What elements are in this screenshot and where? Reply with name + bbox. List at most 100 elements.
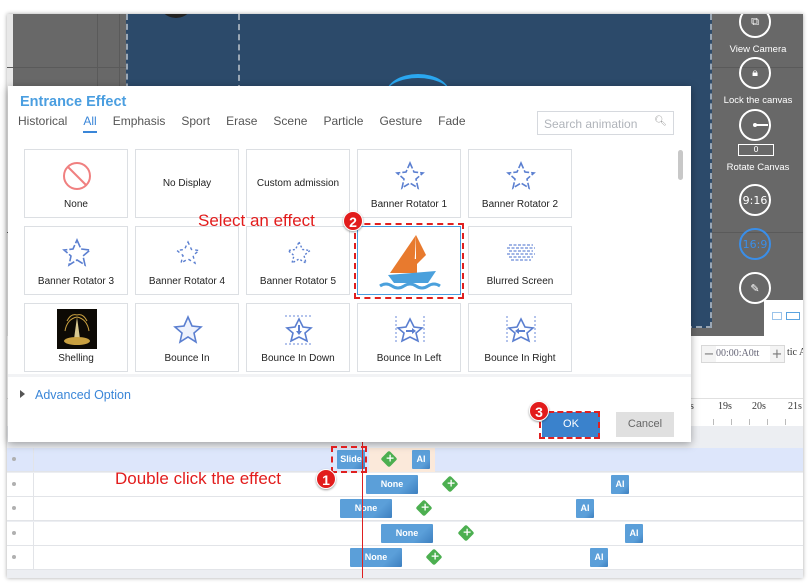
tab-all[interactable]: All <box>83 114 98 133</box>
tick-label: 20s <box>752 401 766 412</box>
entrance-effect-clip[interactable]: None <box>340 499 392 518</box>
tab-emphasis[interactable]: Emphasis <box>113 114 166 132</box>
timeline-row[interactable]: None AI <box>7 497 803 521</box>
view-camera-icon[interactable]: ⧉ <box>739 14 771 38</box>
exit-effect-clip[interactable]: AI <box>611 475 629 494</box>
tab-gesture[interactable]: Gesture <box>379 114 422 132</box>
annotation-text-double-click: Double click the effect <box>115 469 281 488</box>
tick-label: 21s <box>788 401 802 412</box>
tab-scene[interactable]: Scene <box>273 114 307 132</box>
ratio-9-16-button[interactable]: 9:16 <box>739 184 771 216</box>
increase-time-button[interactable]: + <box>770 347 784 362</box>
add-keyframe-icon[interactable] <box>425 548 443 566</box>
row-handle[interactable] <box>12 457 16 461</box>
lock-icon[interactable]: 🔒︎ <box>739 57 771 89</box>
tab-historical[interactable]: Historical <box>18 114 67 132</box>
effect-bounce-in[interactable]: Bounce In <box>135 303 239 372</box>
entrance-effect-clip[interactable]: None <box>350 548 402 567</box>
annotation-box-slide <box>331 446 367 473</box>
effect-banner-rotator-4[interactable]: Banner Rotator 4 <box>135 226 239 295</box>
timeline-row[interactable]: None AI <box>7 522 803 546</box>
exit-effect-clip[interactable]: AI <box>412 450 430 469</box>
effect-custom-admission[interactable]: Custom admission <box>246 149 350 218</box>
effect-banner-rotator-5[interactable]: Banner Rotator 5 <box>246 226 350 295</box>
search-placeholder: Search animation <box>544 117 638 131</box>
exit-effect-clip[interactable]: AI <box>625 524 643 543</box>
effect-bounce-in-right[interactable]: Bounce In Right <box>468 303 572 372</box>
tick <box>767 419 768 425</box>
no-entry-icon <box>63 162 91 190</box>
blurred-screen-icon <box>507 244 535 261</box>
ratio-16-9-button[interactable]: 16:9 <box>739 228 771 260</box>
exit-effect-clip[interactable]: AI <box>590 548 608 567</box>
entrance-effect-clip[interactable]: None <box>381 524 433 543</box>
rotate-dial-icon[interactable] <box>739 109 771 141</box>
tick <box>713 419 714 425</box>
star-left-arrow-icon <box>506 316 536 344</box>
view-camera-label: View Camera <box>729 44 787 55</box>
time-stepper[interactable]: − 00:00:A0tt + <box>701 345 785 363</box>
fountain-image <box>57 309 97 349</box>
effect-label: Bounce In Right <box>484 353 556 364</box>
effect-banner-rotator-1[interactable]: Banner Rotator 1 <box>357 149 461 218</box>
add-keyframe-icon[interactable] <box>457 524 475 542</box>
effect-blurred-screen[interactable]: Blurred Screen <box>468 226 572 295</box>
row-handle[interactable] <box>12 506 16 510</box>
time-input[interactable]: 00:00:A0tt <box>716 346 770 362</box>
add-keyframe-icon[interactable] <box>441 475 459 493</box>
tick-label: 19s <box>718 401 732 412</box>
effect-label: Blurred Screen <box>486 276 554 287</box>
search-icon[interactable]: 🔍︎ <box>654 116 667 127</box>
entrance-effect-dialog: Entrance Effect Historical All Emphasis … <box>8 86 691 442</box>
exit-effect-clip[interactable]: AI <box>576 499 594 518</box>
row-handle[interactable] <box>12 482 16 486</box>
effect-banner-rotator-2[interactable]: Banner Rotator 2 <box>468 149 572 218</box>
row-handle[interactable] <box>12 555 16 559</box>
rotate-angle-input[interactable]: 0 <box>738 144 774 156</box>
effect-none[interactable]: None <box>24 149 128 218</box>
effect-label: None <box>64 199 88 210</box>
effects-scrollbar[interactable] <box>678 150 683 180</box>
partial-label: tic A <box>787 347 803 358</box>
tab-erase[interactable]: Erase <box>226 114 257 132</box>
effect-category-tabs: Historical All Emphasis Sport Erase Scen… <box>18 114 482 133</box>
window-icon[interactable] <box>772 312 782 320</box>
row-handle[interactable] <box>12 531 16 535</box>
star-icon <box>506 161 536 190</box>
star-icon <box>175 240 201 265</box>
step-badge-2: 2 <box>343 211 363 231</box>
tick <box>731 419 732 425</box>
preview-icon[interactable] <box>786 312 800 320</box>
effect-label: Banner Rotator 4 <box>148 276 226 287</box>
effect-label: Banner Rotator 1 <box>370 199 448 210</box>
mini-toolbar <box>764 300 803 336</box>
effect-bounce-in-left[interactable]: Bounce In Left <box>357 303 461 372</box>
star-down-icon <box>285 315 313 345</box>
effect-label: Banner Rotator 2 <box>481 199 559 210</box>
entrance-effect-clip[interactable]: None <box>366 475 418 494</box>
effect-bounce-in-down[interactable]: Bounce In Down <box>246 303 350 372</box>
advanced-option-toggle[interactable]: Advanced Option <box>20 388 131 402</box>
tab-fade[interactable]: Fade <box>438 114 465 132</box>
tick <box>785 419 786 425</box>
stage-shape[interactable] <box>158 14 194 18</box>
cancel-button[interactable]: Cancel <box>616 412 674 437</box>
effect-shelling[interactable]: Shelling <box>24 303 128 372</box>
effect-label: Banner Rotator 3 <box>37 276 115 287</box>
effect-label: Banner Rotator 5 <box>259 276 337 287</box>
tab-particle[interactable]: Particle <box>323 114 363 132</box>
dialog-title: Entrance Effect <box>20 94 127 110</box>
step-badge-3: 3 <box>529 401 549 421</box>
decrease-time-button[interactable]: − <box>702 347 716 362</box>
effect-no-display[interactable]: No Display <box>135 149 239 218</box>
effect-label: Bounce In Left <box>376 353 442 364</box>
search-animation-input[interactable]: Search animation 🔍︎ <box>537 111 674 135</box>
effect-banner-rotator-3[interactable]: Banner Rotator 3 <box>24 226 128 295</box>
add-keyframe-icon[interactable] <box>415 499 433 517</box>
effect-label: Custom admission <box>256 178 340 189</box>
step-badge-1: 1 <box>316 469 336 489</box>
star-icon <box>286 240 312 265</box>
tab-sport[interactable]: Sport <box>181 114 210 132</box>
timeline-row[interactable]: None AI <box>7 546 803 570</box>
effect-label: Shelling <box>58 353 94 364</box>
